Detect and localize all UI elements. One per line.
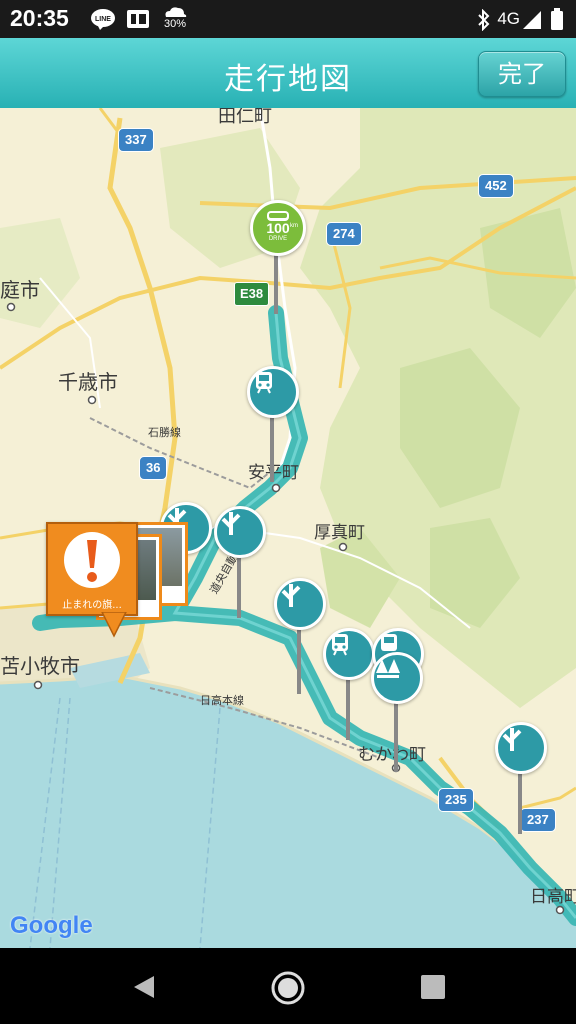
milestone-unit: km — [290, 223, 298, 229]
signal-icon — [522, 10, 548, 32]
tree-icon — [376, 659, 400, 678]
marker-pole — [270, 408, 274, 482]
milestone-marker[interactable]: 100 km DRIVE — [250, 200, 306, 256]
stop-flag-marker[interactable]: 止まれの旗... — [46, 522, 138, 616]
marker-pole — [237, 548, 241, 618]
status-time: 20:35 — [10, 5, 69, 31]
marker-pole — [394, 696, 398, 772]
weather-percent: 30% — [164, 18, 187, 30]
station-marker[interactable] — [323, 628, 375, 680]
route-shield: 452 — [478, 174, 514, 198]
junction-marker[interactable] — [214, 506, 266, 558]
route-shield: 36 — [139, 456, 168, 480]
junction-marker[interactable] — [495, 722, 547, 774]
square-icon — [421, 975, 445, 999]
park-marker[interactable] — [371, 652, 423, 704]
route-shield: 337 — [118, 128, 154, 152]
done-button[interactable]: 完了 — [478, 51, 566, 97]
recents-button[interactable] — [420, 974, 446, 1000]
junction-icon — [221, 512, 241, 535]
route-map[interactable]: 田仁町 庭市 千歳市 石勝線 安平町 厚真町 苫小牧市 日高本線 むかわ町 日高… — [0, 108, 576, 948]
line-app-icon: LINE — [90, 8, 116, 30]
system-nav-bar — [0, 948, 576, 1024]
marker-pole — [346, 670, 350, 740]
route-shield: 237 — [520, 808, 556, 832]
status-bar: 20:35 LINE 30% 4G — [0, 0, 576, 38]
junction-icon — [502, 728, 522, 751]
train-icon — [332, 634, 348, 656]
line-badge-text: LINE — [95, 16, 111, 23]
google-logo: Google — [10, 912, 93, 939]
milestone-sub: DRIVE — [268, 236, 288, 242]
marker-pole — [518, 768, 522, 834]
station-marker[interactable] — [247, 366, 299, 418]
exclamation-icon — [64, 532, 120, 588]
junction-icon — [281, 584, 301, 607]
junction-marker[interactable] — [274, 578, 326, 630]
train-icon — [256, 372, 272, 394]
bluetooth-icon — [476, 8, 494, 32]
back-button[interactable] — [130, 972, 160, 1002]
stop-flag-label: 止まれの旗... — [62, 600, 122, 611]
battery-icon — [550, 8, 566, 30]
back-triangle-icon — [134, 976, 154, 998]
route-shield: 235 — [438, 788, 474, 812]
app-header: 走行地図 完了 — [0, 38, 576, 108]
sim-card-icon — [126, 8, 152, 30]
home-button[interactable] — [270, 970, 306, 1006]
home-circle-icon — [271, 971, 305, 1005]
weather-icon: 30% — [162, 4, 188, 30]
route-shield: 274 — [326, 222, 362, 246]
network-type: 4G — [497, 9, 520, 28]
marker-pole — [297, 626, 301, 694]
marker-pole — [274, 248, 278, 314]
marker-pointer — [101, 612, 127, 638]
expressway-shield: E38 — [234, 282, 270, 306]
